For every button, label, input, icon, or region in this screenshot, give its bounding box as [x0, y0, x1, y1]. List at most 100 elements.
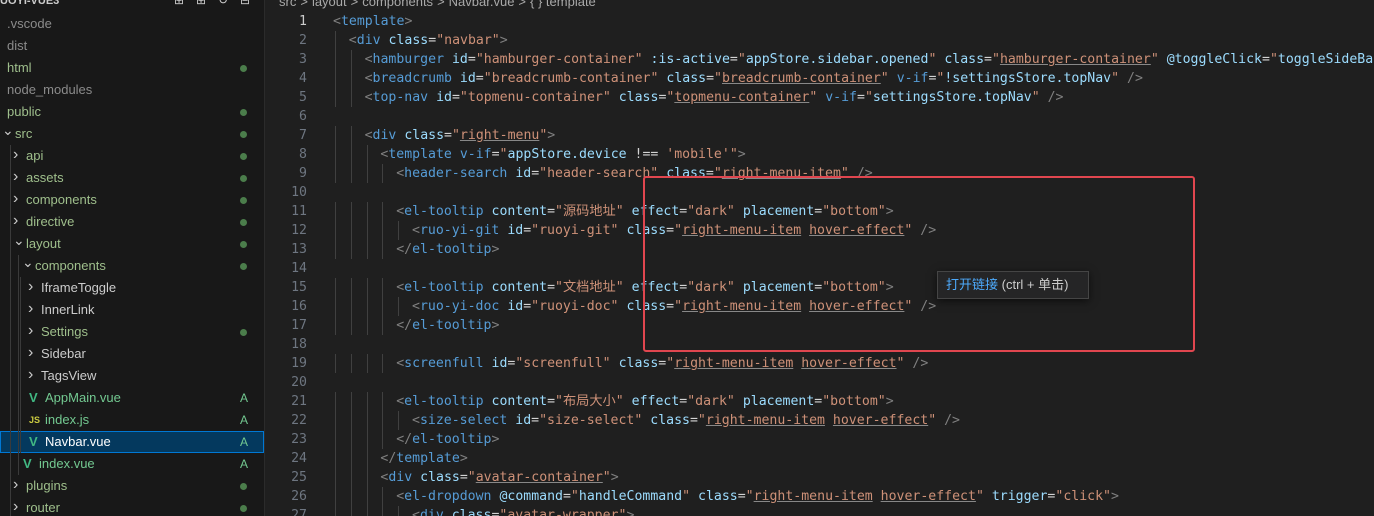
breadcrumb-item[interactable]: src — [279, 0, 296, 9]
code-line[interactable]: 15 <el-tooltip content="文档地址" effect="dar… — [265, 278, 1374, 297]
tree-item[interactable]: › api — [0, 145, 264, 167]
chevron-right-icon[interactable]: › — [28, 276, 38, 298]
code-token: "click" — [1055, 489, 1111, 504]
code-line[interactable]: 8 <template v-if="appStore.device !== 'mo… — [265, 145, 1374, 164]
code-line[interactable]: 20 — [265, 373, 1374, 392]
code-line[interactable]: 3 <hamburger id="hamburger-container" :is… — [265, 50, 1374, 69]
code-line[interactable]: 1 <template> — [265, 12, 1374, 31]
collapse-all-icon[interactable]: ⊟ — [238, 0, 252, 7]
code-line[interactable]: 4 <breadcrumb id="breadcrumb-container" c… — [265, 69, 1374, 88]
code-token: = — [562, 489, 571, 504]
tree-item[interactable]: ⌄ components — [0, 254, 264, 277]
code-token: " — [1150, 52, 1159, 67]
code-line[interactable]: 16 <ruo-yi-doc id="ruoyi-doc" class="righ… — [265, 297, 1374, 316]
new-folder-icon[interactable]: ⊞ — [194, 0, 208, 7]
breadcrumb-item[interactable]: { } template — [530, 0, 596, 9]
code-token: el-tooltip — [404, 204, 484, 219]
code-line[interactable]: 17 </el-tooltip> — [265, 316, 1374, 335]
tree-item[interactable]: V AppMain.vue A — [0, 387, 264, 409]
indent-guide — [350, 411, 352, 430]
code-line[interactable]: 5 <top-nav id="topmenu-container" class="… — [265, 88, 1374, 107]
refresh-icon[interactable]: ↻ — [216, 0, 230, 7]
code-line[interactable]: 19 <screenfull id="screenfull" class="rig… — [265, 354, 1374, 373]
code-token: = — [984, 52, 992, 67]
indent-guide — [382, 430, 384, 449]
indent-guide — [335, 31, 336, 50]
code-token: " — [1111, 71, 1120, 86]
code-line[interactable]: 13 </el-tooltip> — [265, 240, 1374, 259]
tree-item[interactable]: › TagsView — [0, 365, 264, 387]
chevron-right-icon[interactable]: › — [28, 320, 38, 342]
code-line[interactable]: 18 — [265, 335, 1374, 354]
chevron-right-icon[interactable]: › — [13, 144, 23, 166]
code-token: = — [547, 394, 556, 409]
code-text: </el-tooltip> — [396, 430, 499, 449]
code-line[interactable]: 24 </template> — [265, 449, 1374, 468]
code-token: "screenfull" — [515, 356, 611, 371]
chevron-right-icon[interactable]: › — [13, 474, 23, 496]
tree-item[interactable]: dist — [0, 35, 264, 57]
tree-item[interactable]: › InnerLink — [0, 299, 264, 321]
code-line[interactable]: 9 <header-search id="header-search" class… — [265, 164, 1374, 183]
code-token: class — [388, 33, 429, 48]
code-line[interactable]: 11 <el-tooltip content="源码地址" effect="dar… — [265, 202, 1374, 221]
tree-item[interactable]: › IframeToggle — [0, 277, 264, 299]
code-line[interactable]: 27 <div class="avatar-wrapper"> — [265, 506, 1374, 516]
code-line[interactable]: 25 <div class="avatar-container"> — [265, 468, 1374, 487]
code-line[interactable]: 6 — [265, 107, 1374, 126]
chevron-right-icon[interactable]: › — [13, 188, 23, 210]
tree-item[interactable]: node_modules — [0, 79, 264, 101]
breadcrumb-item[interactable]: Navbar.vue — [449, 0, 515, 9]
code-line[interactable]: 2 <div class="navbar"> — [265, 31, 1374, 50]
code-token: hover-effect — [880, 489, 976, 504]
tree-item[interactable]: JS index.js A — [0, 409, 264, 431]
tree-item-label: directive — [26, 214, 75, 229]
new-file-icon[interactable]: ⊞ — [172, 0, 186, 7]
code-token: right-menu-item — [721, 166, 841, 181]
code-token: content — [491, 280, 548, 295]
chevron-down-icon[interactable]: ⌄ — [2, 119, 14, 141]
tree-item[interactable]: › router — [0, 497, 264, 516]
tree-item[interactable]: ⌄ layout — [0, 232, 264, 255]
tree-item[interactable]: Vindex.vue A — [0, 453, 264, 475]
tree-item[interactable]: ⌄ src — [0, 122, 264, 145]
code-line[interactable]: 22 <size-select id="size-select" class="r… — [265, 411, 1374, 430]
indent-guide — [350, 126, 352, 145]
indent-guide — [350, 392, 352, 411]
breadcrumb-item[interactable]: layout — [312, 0, 347, 9]
tree-item[interactable]: › plugins — [0, 475, 264, 497]
tree-item[interactable]: › directive — [0, 211, 264, 233]
code-token: :is-active — [650, 52, 730, 67]
code-line[interactable]: 23 </el-tooltip> — [265, 430, 1374, 449]
code-line[interactable]: 26 <el-dropdown @command="handleCommand" … — [265, 487, 1374, 506]
code-line[interactable]: 21 <el-tooltip content="布局大小" effect="dar… — [265, 392, 1374, 411]
chevron-right-icon[interactable]: › — [28, 364, 38, 386]
tree-item[interactable]: .vscode — [0, 13, 264, 35]
tree-item[interactable]: › Settings — [0, 321, 264, 343]
tree-item[interactable]: › assets — [0, 167, 264, 189]
chevron-down-icon[interactable]: ⌄ — [13, 229, 25, 251]
tree-item[interactable]: › components — [0, 189, 264, 211]
indent-guide — [10, 145, 11, 516]
chevron-right-icon[interactable]: › — [13, 496, 23, 516]
code-token: < — [364, 128, 373, 143]
chevron-right-icon[interactable]: › — [28, 342, 38, 364]
chevron-right-icon[interactable]: › — [13, 166, 23, 188]
tree-item[interactable]: V Navbar.vue A — [0, 431, 264, 453]
open-link-action[interactable]: 打开链接 — [946, 277, 998, 292]
code-editor[interactable]: src > layout > components > Navbar.vue >{ } tem… — [265, 0, 1374, 516]
code-line[interactable]: 7 <div class="right-menu"> — [265, 126, 1374, 145]
code-line[interactable]: 10 — [265, 183, 1374, 202]
tree-item[interactable]: › Sidebar — [0, 343, 264, 365]
breadcrumb-item[interactable]: components — [362, 0, 433, 9]
tree-item[interactable]: html — [0, 57, 264, 79]
code-line[interactable]: 14 — [265, 259, 1374, 278]
chevron-down-icon[interactable]: ⌄ — [22, 251, 34, 273]
indent-guide — [350, 221, 352, 240]
chevron-right-icon[interactable]: › — [28, 298, 38, 320]
tree-item[interactable]: public — [0, 101, 264, 123]
modified-dot-icon — [240, 483, 247, 490]
code-line[interactable]: 12 <ruo-yi-git id="ruoyi-git" class="righ… — [265, 221, 1374, 240]
